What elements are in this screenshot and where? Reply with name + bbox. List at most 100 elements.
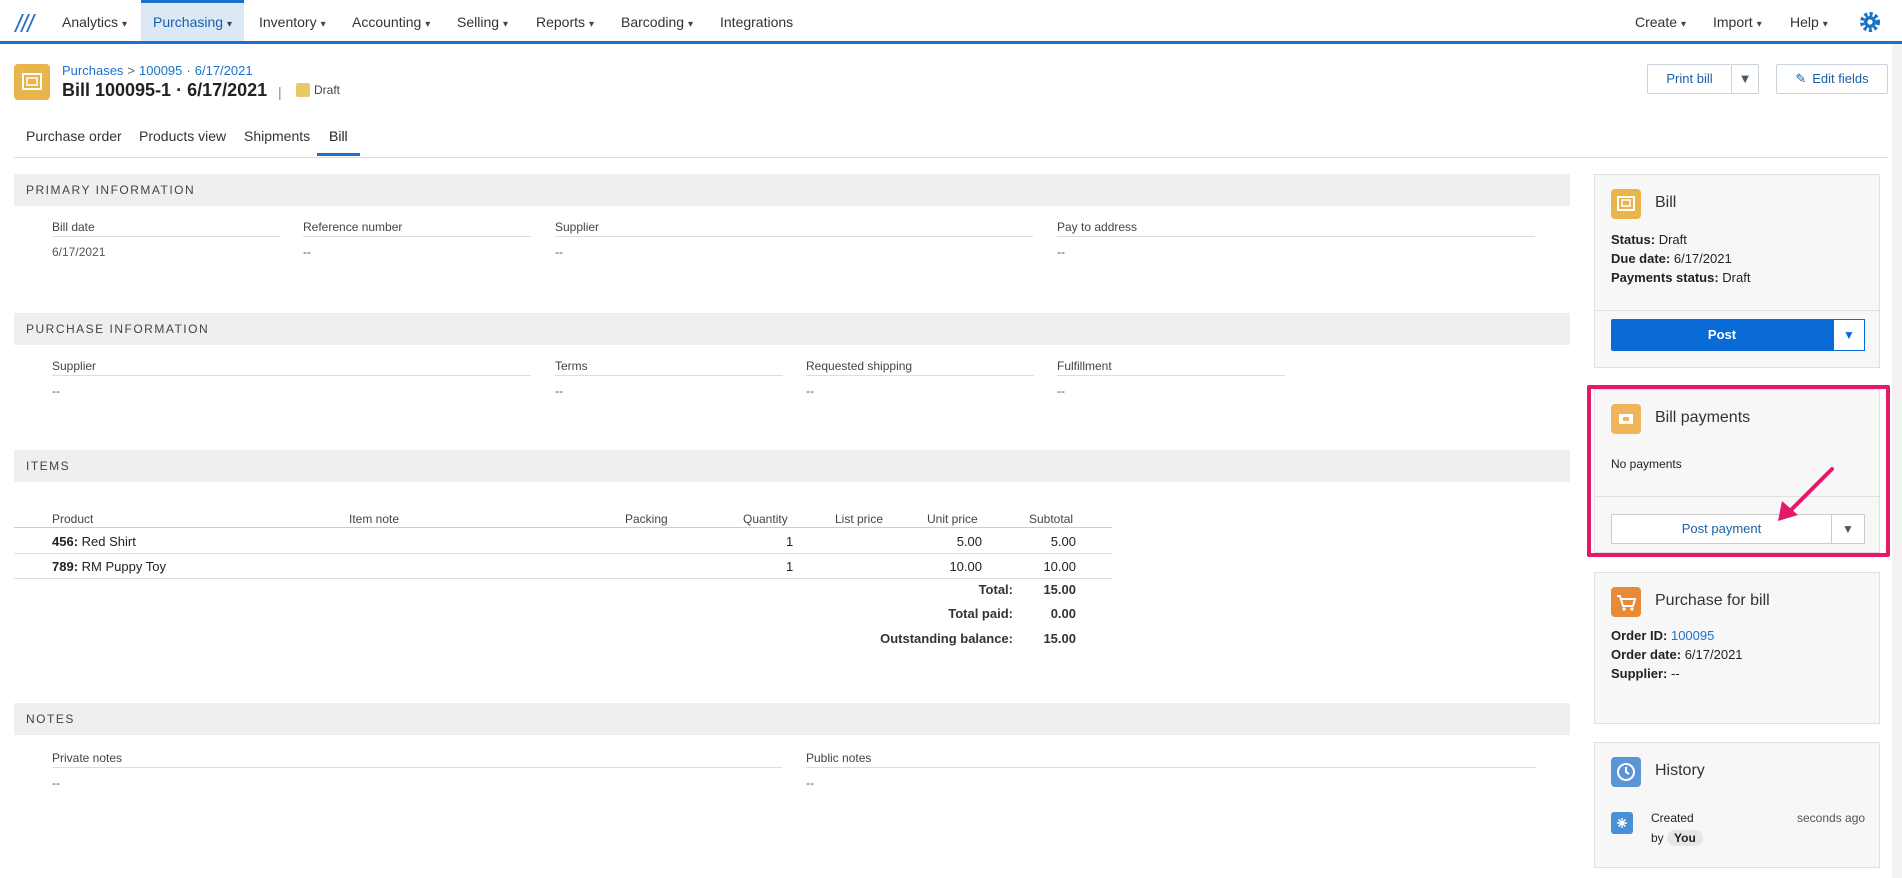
edit-fields-button[interactable]: ✎ Edit fields [1776,64,1888,94]
order-supplier-label: Supplier: [1611,666,1668,681]
order-id-link[interactable]: 100095 [1671,628,1714,643]
bill-status-label: Status: [1611,232,1656,247]
app-logo-icon[interactable] [12,10,38,34]
order-id-label: Order ID: [1611,628,1668,643]
nav-import[interactable]: Import ▾ [1713,0,1762,41]
status-badge: Draft [296,83,340,97]
section-primary-heading: PRIMARY INFORMATION [14,174,1570,206]
bill-payments-status-label: Payments status: [1611,270,1719,285]
panel-divider [1595,310,1879,311]
field-supplier-value: -- [555,245,563,259]
bill-status: Status: Draft [1611,232,1687,247]
breadcrumb-date[interactable]: 6/17/2021 [195,63,253,78]
history-panel: History Created by You seconds ago [1594,742,1880,868]
row-quantity: 1 [786,534,794,549]
outstanding-balance-label: Outstanding balance: [880,631,1013,646]
nav-analytics[interactable]: Analytics ▾ [62,0,127,41]
tab-products-view[interactable]: Products view [139,128,226,154]
nav-barcoding-label: Barcoding [621,14,685,30]
section-purchase-heading: PURCHASE INFORMATION [14,313,1570,345]
breadcrumb-purchases[interactable]: Purchases [62,63,123,78]
nav-purchasing[interactable]: Purchasing ▾ [141,0,245,41]
total-value: 15.00 [1043,582,1076,597]
row-divider [14,553,1112,554]
bill-panel-title: Bill [1655,194,1677,211]
order-supplier: Supplier: -- [1611,666,1680,681]
col-item-note: Item note [349,512,400,526]
field-pay-to-address-value: -- [1057,245,1065,259]
nav-integrations[interactable]: Integrations [720,0,793,41]
field-requested-shipping-label: Requested shipping [806,359,1034,376]
col-product: Product [52,512,94,526]
row-product[interactable]: 789: RM Puppy Toy [52,559,166,574]
panel-divider [1595,496,1879,497]
field-supplier-label: Supplier [555,220,1033,237]
col-unit-price: Unit price [927,512,978,526]
annotation-arrow-icon [1778,467,1834,521]
chevron-down-icon: ▾ [1822,19,1828,30]
field-private-notes-value: -- [52,776,60,790]
nav-create[interactable]: Create ▾ [1635,0,1686,41]
title-separator: | [278,84,282,100]
field-purchase-supplier-value: -- [52,384,60,398]
post-payment-options-caret-icon[interactable]: ▼ [1831,514,1865,544]
col-packing: Packing [625,512,668,526]
field-terms-value: -- [555,384,563,398]
nav-selling-label: Selling [457,14,500,30]
row-product[interactable]: 456: Red Shirt [52,534,136,549]
chevron-down-icon: ▾ [1756,19,1762,30]
row-product-name: Red Shirt [81,534,136,549]
tab-shipments[interactable]: Shipments [244,128,310,154]
nav-help[interactable]: Help ▾ [1790,0,1828,41]
row-sku: 456: [52,534,79,549]
field-public-notes-value: -- [806,776,814,790]
nav-barcoding[interactable]: Barcoding ▾ [621,0,693,41]
row-divider [14,578,1112,579]
col-list-price: List price [835,512,884,526]
field-fulfillment-value: -- [1057,384,1065,398]
nav-purchasing-label: Purchasing [153,14,224,30]
field-bill-date-label: Bill date [52,220,280,237]
nav-selling[interactable]: Selling ▾ [457,0,508,41]
field-requested-shipping-value: -- [806,384,814,398]
field-private-notes-label: Private notes [52,751,782,768]
nav-reports[interactable]: Reports ▾ [536,0,594,41]
field-bill-date-value: 6/17/2021 [52,245,106,259]
field-fulfillment-label: Fulfillment [1057,359,1285,376]
bill-due-date-label: Due date: [1611,251,1671,266]
col-quantity: Quantity [743,512,788,526]
field-reference-number-label: Reference number [303,220,531,237]
tab-purchase-order[interactable]: Purchase order [26,128,122,154]
post-button[interactable]: Post [1611,319,1833,351]
edit-fields-label: Edit fields [1812,71,1869,86]
print-bill-button[interactable]: Print bill [1647,64,1731,94]
nav-accounting[interactable]: Accounting ▾ [352,0,430,41]
tab-bill[interactable]: Bill [317,128,360,156]
nav-analytics-label: Analytics [62,14,119,30]
tab-bar: Purchase order Products view Shipments B… [14,122,1888,158]
history-user[interactable]: You [1667,830,1703,846]
breadcrumb-order[interactable]: 100095 [139,63,182,78]
status-badge-label: Draft [314,83,341,97]
order-date-label: Order date: [1611,647,1682,662]
field-pay-to-address-label: Pay to address [1057,220,1535,237]
bill-due-date-value: 6/17/2021 [1673,251,1732,266]
row-sku: 789: [52,559,79,574]
nav-create-label: Create [1635,14,1678,30]
history-by: by You [1651,830,1703,846]
nav-inventory-label: Inventory [259,14,317,30]
post-options-caret-icon[interactable]: ▼ [1833,319,1865,351]
print-options-caret-icon[interactable]: ▼ [1731,64,1759,94]
chevron-down-icon: ▾ [1681,19,1687,30]
row-subtotal: 5.00 [1050,534,1076,549]
scrollbar[interactable] [1892,44,1902,878]
total-paid-value: 0.00 [1050,606,1076,621]
gear-icon[interactable] [1858,10,1882,34]
created-event-icon [1611,812,1633,834]
chevron-down-icon: ▾ [589,19,595,30]
no-payments-text: No payments [1611,457,1682,471]
bill-status-value: Draft [1658,232,1687,247]
nav-inventory[interactable]: Inventory ▾ [259,0,326,41]
pencil-icon: ✎ [1795,71,1807,86]
history-time: seconds ago [1797,811,1866,825]
